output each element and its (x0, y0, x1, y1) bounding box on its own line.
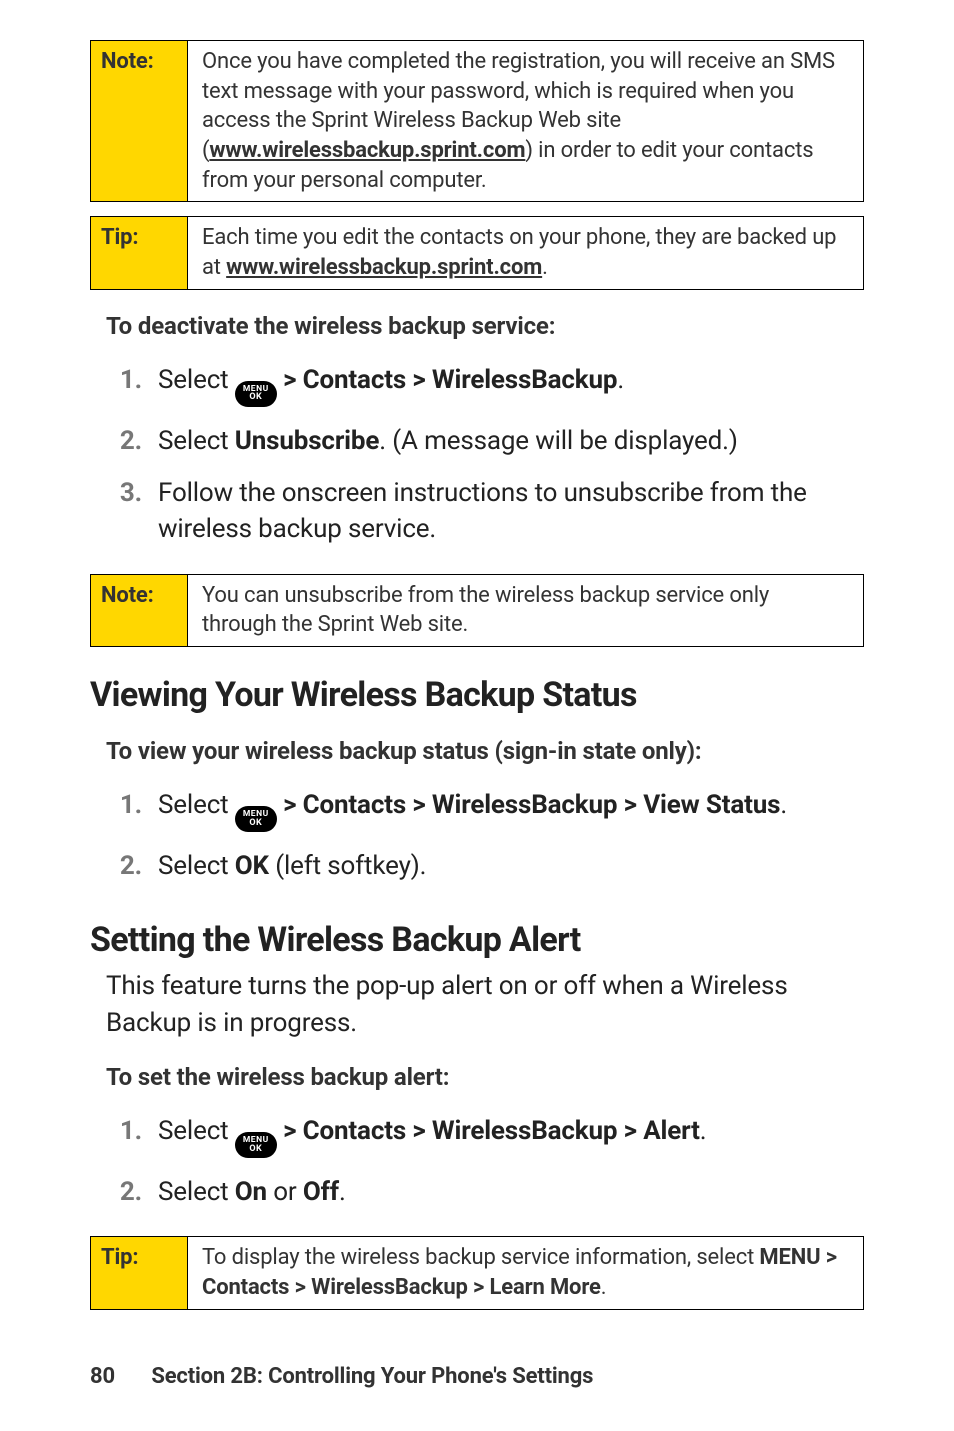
text: You can unsubscribe from the wireless ba… (202, 583, 769, 638)
text: Select (158, 365, 235, 395)
text: Follow the onscreen instructions to unsu… (158, 478, 807, 544)
heading-viewing: Viewing Your Wireless Backup Status (90, 675, 864, 715)
text: . (601, 1275, 607, 1300)
note-callout-1: Note: Once you have completed the regist… (90, 40, 864, 202)
list-item: 2. Select OK (left softkey). (90, 840, 864, 892)
list-viewstatus: 1. Select MENUOK > Contacts > WirelessBa… (90, 779, 864, 892)
list-number: 1. (90, 1113, 144, 1149)
text: To display the wireless backup service i… (202, 1245, 759, 1270)
bold: OK (235, 851, 269, 881)
bold: > Contacts > WirelessBackup > Alert (283, 1116, 700, 1146)
list-setalert: 1. Select MENUOK > Contacts > WirelessBa… (90, 1105, 864, 1218)
list-item: 2. Select On or Off. (90, 1166, 864, 1218)
bold: Unsubscribe (235, 426, 379, 456)
heading-setting: Setting the Wireless Backup Alert (90, 920, 864, 960)
list-number: 1. (90, 787, 144, 823)
list-item: 3. Follow the onscreen instructions to u… (90, 467, 864, 556)
tip-body: To display the wireless backup service i… (188, 1237, 863, 1308)
link[interactable]: www.wirelessbackup.sprint.com (226, 255, 542, 280)
text: . (A message will be displayed.) (379, 426, 737, 456)
bold: > Contacts > WirelessBackup > View Statu… (283, 790, 780, 820)
text: . (700, 1116, 707, 1146)
menu-ok-icon: MENUOK (235, 381, 277, 407)
tip-callout-2: Tip: To display the wireless backup serv… (90, 1236, 864, 1309)
list-number: 3. (90, 475, 144, 511)
text: or (267, 1177, 303, 1207)
text: . (339, 1177, 346, 1207)
text: . (780, 790, 787, 820)
footer-text: Section 2B: Controlling Your Phone's Set… (151, 1364, 593, 1389)
menu-ok-icon: MENUOK (235, 1132, 277, 1158)
lead-deactivate: To deactivate the wireless backup servic… (106, 312, 864, 340)
text: Select (158, 426, 235, 456)
list-item: 2. Select Unsubscribe. (A message will b… (90, 415, 864, 467)
page-number: 80 (90, 1364, 146, 1389)
menu-ok-icon: MENUOK (235, 806, 277, 832)
note-callout-2: Note: You can unsubscribe from the wirel… (90, 574, 864, 647)
bold: On (235, 1177, 267, 1207)
tip-tag: Tip: (91, 1237, 188, 1308)
text: Select (158, 851, 235, 881)
para-setting-intro: This feature turns the pop-up alert on o… (106, 968, 864, 1041)
text: . (617, 365, 624, 395)
tip-body: Each time you edit the contacts on your … (188, 217, 863, 288)
note-tag: Note: (91, 41, 188, 201)
text: Select (158, 790, 235, 820)
list-item: 1. Select MENUOK > Contacts > WirelessBa… (90, 354, 864, 415)
note-tag: Note: (91, 575, 188, 646)
list-item: 1. Select MENUOK > Contacts > WirelessBa… (90, 779, 864, 840)
text: Select (158, 1177, 235, 1207)
bold: > Contacts > WirelessBackup (283, 365, 617, 395)
link[interactable]: www.wirelessbackup.sprint.com (209, 138, 525, 163)
tip-callout-1: Tip: Each time you edit the contacts on … (90, 216, 864, 289)
page-footer: 80 Section 2B: Controlling Your Phone's … (90, 1364, 593, 1389)
note-body: You can unsubscribe from the wireless ba… (188, 575, 863, 646)
lead-setalert: To set the wireless backup alert: (106, 1063, 864, 1091)
tip-tag: Tip: (91, 217, 188, 288)
list-number: 1. (90, 362, 144, 398)
bold: Off (303, 1177, 339, 1207)
lead-viewstatus: To view your wireless backup status (sig… (106, 737, 864, 765)
text: . (542, 255, 548, 280)
list-number: 2. (90, 423, 144, 459)
list-item: 1. Select MENUOK > Contacts > WirelessBa… (90, 1105, 864, 1166)
note-body: Once you have completed the registration… (188, 41, 863, 201)
list-number: 2. (90, 1174, 144, 1210)
text: (left softkey). (269, 851, 426, 881)
text: Select (158, 1116, 235, 1146)
list-deactivate: 1. Select MENUOK > Contacts > WirelessBa… (90, 354, 864, 556)
list-number: 2. (90, 848, 144, 884)
